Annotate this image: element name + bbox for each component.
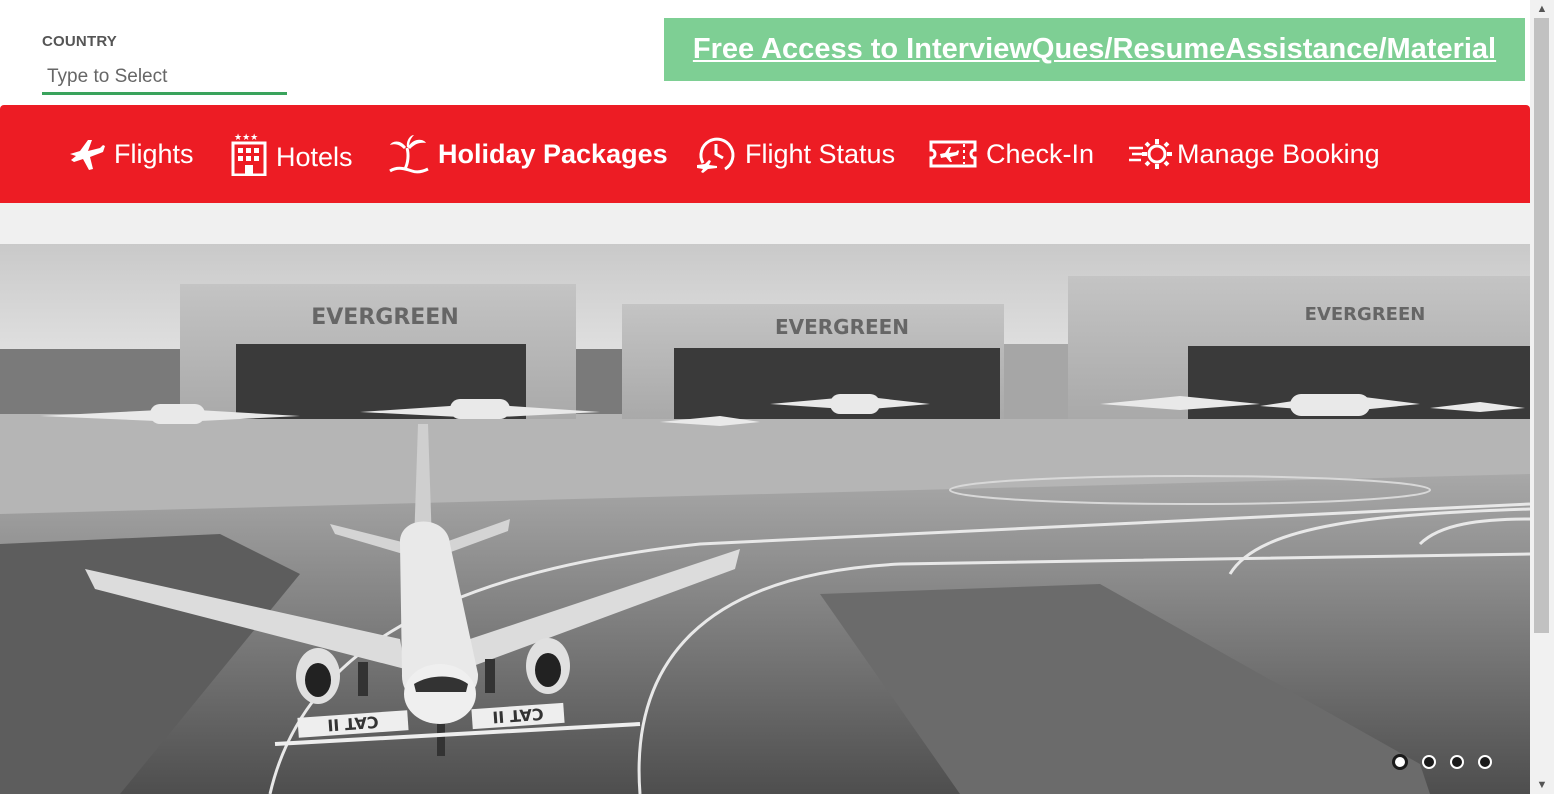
page: COUNTRY Free Access to InterviewQues/Res… [0,0,1530,794]
nav-item-hotels[interactable]: ★★★ Hotels [230,105,353,203]
scroll-thumb[interactable] [1534,18,1549,633]
gear-icon [1127,134,1173,174]
palm-tree-icon [388,133,430,175]
runway-marking-right: CAT II [492,704,544,727]
carousel-dot-2[interactable] [1422,755,1436,769]
nav-label-hotels: Hotels [276,141,353,172]
nav-item-manage-booking[interactable]: Manage Booking [1127,105,1380,203]
airplane-icon [66,134,106,174]
promo-banner: Free Access to InterviewQues/ResumeAssis… [664,18,1525,81]
nav-item-flight-status[interactable]: Flight Status [695,105,895,203]
carousel-dot-1[interactable] [1392,754,1408,770]
scroll-up-arrow-icon[interactable]: ▲ [1530,0,1554,18]
country-label: COUNTRY [42,33,118,50]
nav-label-check-in: Check-In [986,138,1095,169]
ticket-icon [928,134,978,174]
nav-item-check-in[interactable]: Check-In [928,105,1094,203]
scroll-down-arrow-icon[interactable]: ▼ [1530,776,1554,794]
nav-label-flight-status: Flight Status [745,138,896,169]
carousel-dot-4[interactable] [1478,755,1492,769]
runway-marking-left: CAT II [327,712,379,735]
nav-label-holiday-packages: Holiday Packages [438,138,668,169]
hotel-icon: ★★★ [230,132,268,176]
nav-label-manage-booking: Manage Booking [1177,138,1380,169]
carousel-dots [1392,754,1492,770]
hangar-sign-1: EVERGREEN [311,305,459,330]
page-scrollbar[interactable]: ▲ ▼ [1530,0,1554,794]
nav-item-flights[interactable]: Flights [66,105,194,203]
divider-strip [0,203,1530,244]
main-nav: Flights ★★★ Hotels Holiday Packages Flig… [0,105,1530,203]
airport-image: EVERGREEN EVERGREEN EVERGREEN CAT II CAT… [0,244,1530,794]
carousel-dot-3[interactable] [1450,755,1464,769]
hangar-sign-3: EVERGREEN [1305,304,1426,325]
nav-item-holiday-packages[interactable]: Holiday Packages [388,105,668,203]
promo-link[interactable]: Free Access to InterviewQues/ResumeAssis… [693,33,1496,66]
nav-label-flights: Flights [114,138,194,169]
clock-plane-icon [695,133,737,175]
hangar-sign-2: EVERGREEN [775,315,909,339]
hero-carousel: EVERGREEN EVERGREEN EVERGREEN CAT II CAT… [0,244,1530,794]
country-input[interactable] [42,62,287,95]
